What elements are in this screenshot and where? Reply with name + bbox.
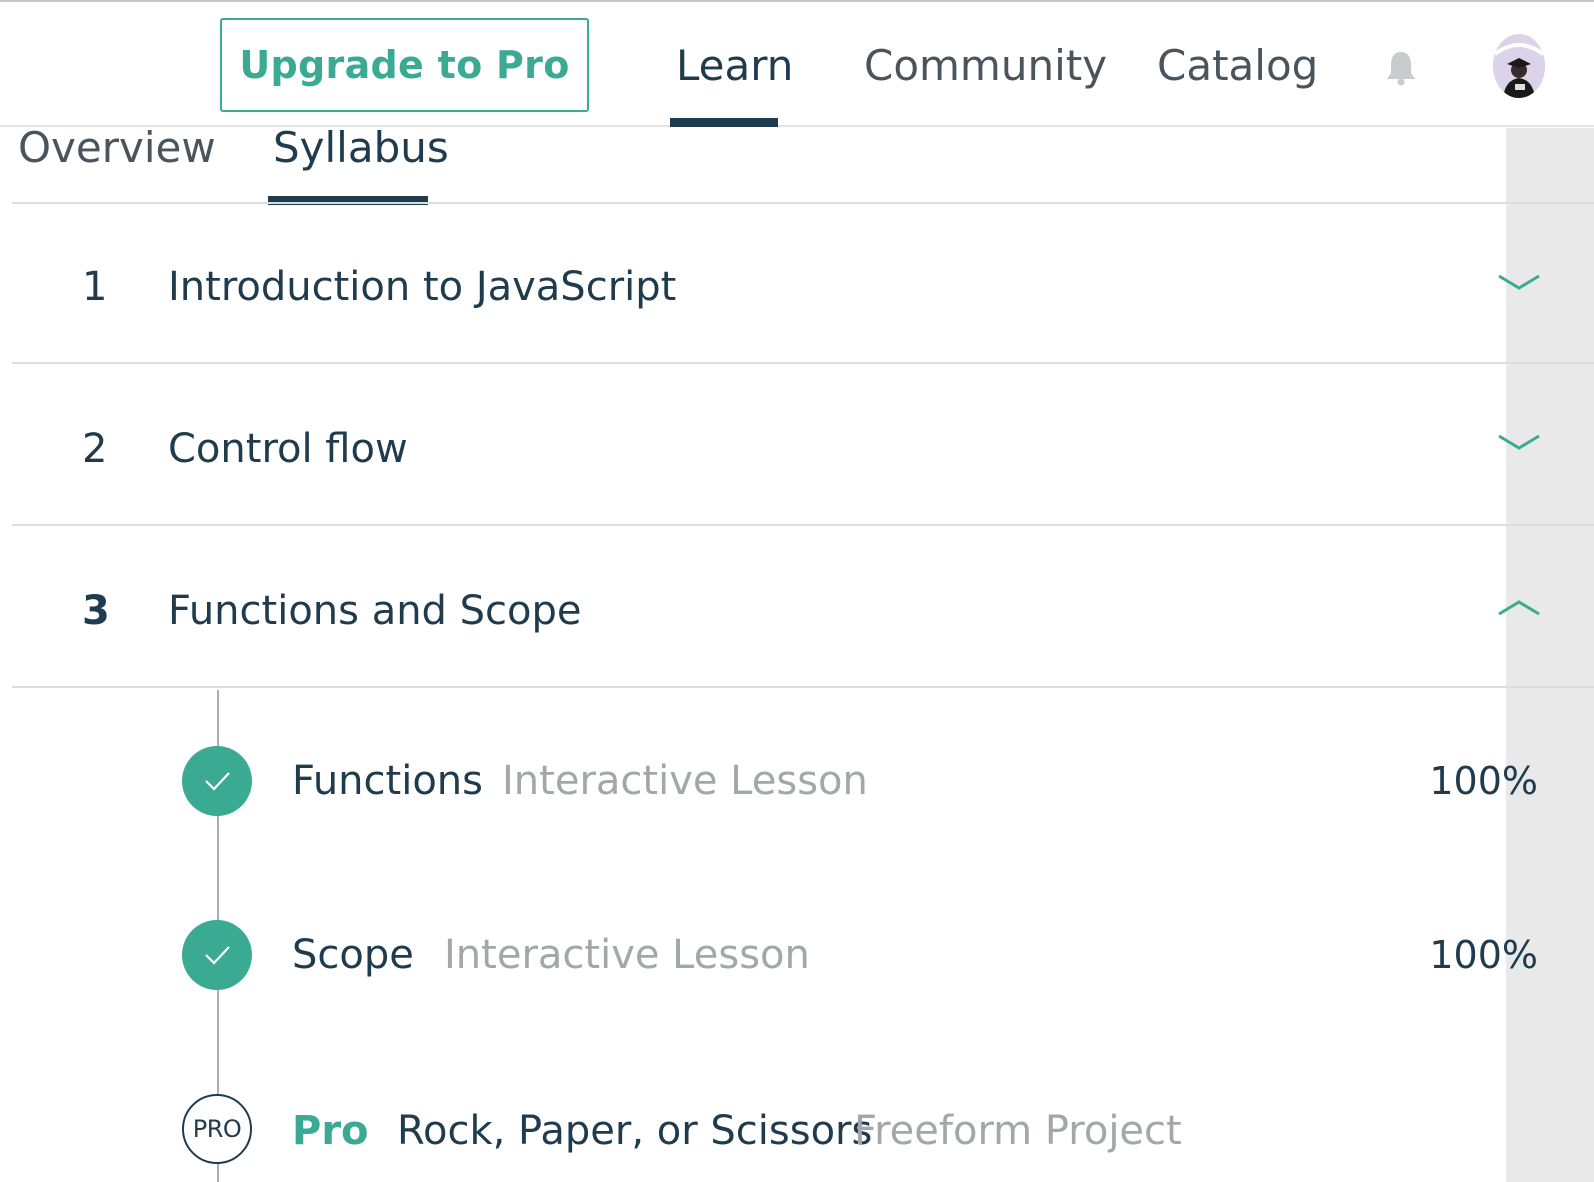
pro-badge: PRO <box>182 1094 252 1164</box>
module-title: Functions and Scope <box>168 588 582 634</box>
nav-community[interactable]: Community <box>864 40 1107 92</box>
module-number: 3 <box>82 588 110 634</box>
lesson-title: Rock, Paper, or Scissors <box>397 1108 873 1154</box>
tab-syllabus[interactable]: Syllabus <box>273 122 449 174</box>
chevron-up-icon[interactable] <box>1497 596 1541 620</box>
divider <box>12 202 1594 204</box>
check-icon <box>182 920 252 990</box>
nav-active-indicator <box>670 118 778 127</box>
top-header: Upgrade to Pro Learn Community Catalog <box>0 2 1594 127</box>
lesson-progress: 100% <box>1429 933 1538 977</box>
lesson-type: Interactive Lesson <box>502 758 868 804</box>
upgrade-to-pro-button[interactable]: Upgrade to Pro <box>220 18 589 112</box>
lesson-type: Interactive Lesson <box>444 932 810 978</box>
lesson-progress: 100% <box>1429 759 1538 803</box>
module-number: 1 <box>82 264 108 310</box>
nav-catalog[interactable]: Catalog <box>1157 40 1318 92</box>
lesson-title: Scope <box>292 932 414 978</box>
avatar[interactable] <box>1493 34 1545 98</box>
tab-overview[interactable]: Overview <box>18 122 216 174</box>
divider <box>12 362 1594 364</box>
lesson-title: Functions <box>292 758 483 804</box>
bell-icon[interactable] <box>1381 48 1421 88</box>
module-number: 2 <box>82 426 108 472</box>
lesson-type: Freeform Project <box>854 1108 1182 1154</box>
divider <box>12 524 1594 526</box>
divider <box>12 686 1594 688</box>
syllabus-page: Upgrade to Pro Learn Community Catalog O… <box>0 0 1594 1182</box>
chevron-down-icon[interactable] <box>1497 270 1541 294</box>
check-icon <box>182 746 252 816</box>
pro-label: Pro <box>292 1108 369 1154</box>
module-title: Control flow <box>168 426 408 472</box>
nav-learn[interactable]: Learn <box>676 40 793 92</box>
module-title: Introduction to JavaScript <box>168 264 677 310</box>
chevron-down-icon[interactable] <box>1497 430 1541 454</box>
